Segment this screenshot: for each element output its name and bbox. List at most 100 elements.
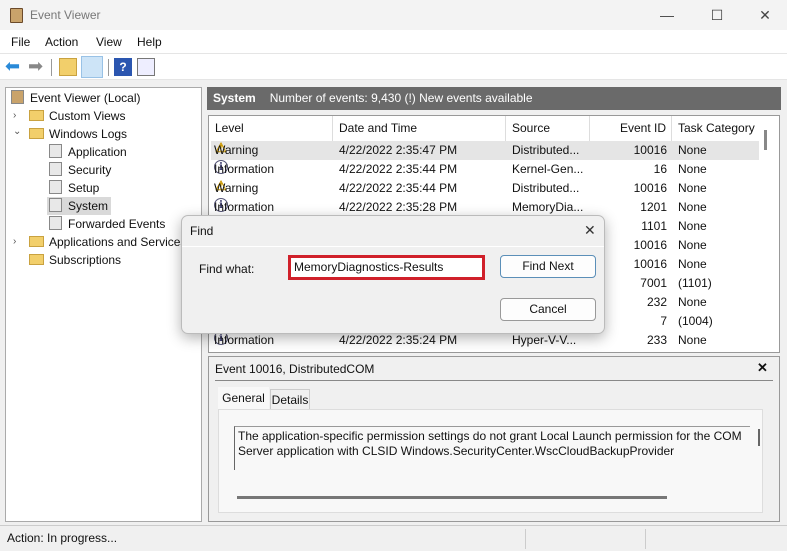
tree-item-windows-logs[interactable]: Windows Logs — [29, 125, 127, 143]
show-hide-action-pane-icon[interactable] — [137, 58, 155, 76]
task-category-cell: (1101) — [678, 276, 712, 290]
table-row[interactable]: ⚠ Warning 4/22/2022 2:35:47 PM Distributed.… — [211, 141, 759, 160]
tree-label: Security — [68, 163, 112, 177]
log-icon — [49, 198, 62, 212]
details-title: Event 10016, DistributedCOM — [215, 362, 375, 376]
tree-item-security[interactable]: Security — [49, 161, 111, 179]
source-cell: Distributed... — [512, 143, 580, 157]
column-source[interactable]: Source — [506, 116, 590, 141]
status-bar: Action: In progress... — [0, 525, 787, 551]
event-viewer-icon — [11, 90, 24, 104]
menu-action[interactable]: Action — [45, 35, 78, 49]
tree-label: Event Viewer (Local) — [30, 91, 141, 105]
task-category-cell: None — [678, 238, 707, 252]
menu-help[interactable]: Help — [137, 35, 162, 49]
maximize-button[interactable]: ☐ — [702, 4, 732, 26]
general-tab-panel: The application-specific permission sett… — [218, 409, 763, 513]
find-dialog-close-icon[interactable]: ✕ — [584, 222, 596, 239]
find-what-label: Find what: — [199, 262, 255, 276]
event-count: Number of events: 9,430 (!) New events a… — [269, 91, 533, 105]
task-category-cell: None — [678, 295, 707, 309]
event-id-cell: 1101 — [641, 219, 667, 233]
tree-item-setup[interactable]: Setup — [49, 179, 99, 197]
show-hide-console-tree-icon[interactable] — [81, 56, 103, 78]
tree-item-forwarded-events[interactable]: Forwarded Events — [49, 215, 165, 233]
table-row[interactable]: ⚠ Warning 4/22/2022 2:35:44 PM Distributed.… — [211, 179, 759, 198]
chevron-down-icon[interactable]: ⌄ — [13, 126, 21, 137]
tree-item-application[interactable]: Application — [49, 143, 127, 161]
level-text: Warning — [214, 143, 259, 157]
event-description: The application-specific permission sett… — [234, 426, 750, 470]
divider — [215, 380, 773, 381]
task-category-cell: None — [678, 257, 707, 271]
up-folder-icon[interactable] — [59, 58, 77, 76]
tree-item-applications-and-services[interactable]: Applications and Services — [29, 233, 186, 251]
tab-details[interactable]: Details — [270, 389, 310, 409]
folder-filter-icon — [29, 110, 44, 121]
close-button[interactable]: ✕ — [750, 4, 780, 26]
date-cell: 4/22/2022 2:35:44 PM — [339, 162, 458, 176]
find-dialog-title: Find — [190, 224, 214, 238]
task-category-cell: None — [678, 200, 707, 214]
column-level[interactable]: Level — [209, 116, 333, 141]
minimize-button[interactable]: — — [652, 4, 682, 26]
log-icon — [49, 180, 62, 194]
log-icon — [49, 144, 62, 158]
tab-general[interactable]: General — [218, 387, 269, 409]
tree-label: Setup — [68, 181, 100, 195]
window-title: Event Viewer — [30, 8, 101, 22]
event-id-cell: 233 — [646, 333, 667, 347]
table-scrollbar[interactable] — [764, 130, 767, 150]
tree-label: System — [68, 199, 109, 213]
task-category-cell: (1004) — [678, 314, 713, 328]
details-close-icon[interactable]: ✕ — [757, 360, 768, 376]
console-tree: Event Viewer (Local) › Custom Views ⌄ Wi… — [5, 87, 202, 522]
tree-label: Subscriptions — [49, 253, 122, 267]
column-date-time[interactable]: Date and Time — [333, 116, 506, 141]
description-scrollbar[interactable] — [758, 429, 760, 446]
table-row[interactable]: i Information 4/22/2022 2:35:44 PM Kernel-G… — [211, 160, 759, 179]
column-task-category[interactable]: Task Category — [672, 116, 762, 141]
task-category-cell: None — [678, 162, 707, 176]
tree-item-subscriptions[interactable]: Subscriptions — [29, 251, 121, 269]
status-divider — [645, 529, 646, 549]
status-text: Action: In progress... — [7, 531, 118, 545]
folder-log-icon — [29, 128, 44, 139]
event-id-cell: 10016 — [633, 181, 667, 195]
log-name: System — [213, 91, 256, 105]
forward-arrow-icon[interactable]: ➡ — [28, 57, 46, 76]
log-header: System Number of events: 9,430 (!) New ev… — [207, 87, 781, 110]
event-id-cell: 7 — [660, 314, 667, 328]
event-id-cell: 7001 — [640, 276, 667, 290]
menu-file[interactable]: File — [11, 35, 30, 49]
horizontal-scrollbar[interactable] — [237, 496, 667, 499]
menu-view[interactable]: View — [96, 35, 122, 49]
source-cell: Kernel-Gen... — [512, 162, 584, 176]
level-text: Information — [214, 162, 275, 176]
tree-label: Windows Logs — [49, 127, 128, 141]
find-next-button[interactable]: Find Next — [500, 255, 596, 278]
toolbar-divider — [51, 59, 52, 76]
chevron-right-icon[interactable]: › — [13, 110, 16, 121]
column-event-id[interactable]: Event ID — [590, 116, 672, 141]
tree-item-event-viewer-local[interactable]: Event Viewer (Local) — [11, 89, 141, 107]
log-icon — [49, 162, 62, 176]
log-icon — [49, 216, 62, 230]
status-divider — [525, 529, 526, 549]
help-icon[interactable]: ? — [114, 58, 132, 76]
task-category-cell: None — [678, 181, 707, 195]
task-category-cell: None — [678, 143, 707, 157]
level-text: Warning — [214, 181, 259, 195]
chevron-right-icon[interactable]: › — [13, 236, 16, 247]
tree-item-custom-views[interactable]: Custom Views — [29, 107, 125, 125]
cancel-button[interactable]: Cancel — [500, 298, 596, 321]
find-what-input[interactable]: MemoryDiagnostics-Results — [288, 255, 485, 280]
event-viewer-app-icon — [10, 8, 23, 23]
tree-item-system[interactable]: System — [47, 197, 112, 215]
task-category-cell: None — [678, 219, 707, 233]
event-id-cell: 10016 — [633, 238, 667, 252]
menu-bar: File Action View Help — [0, 30, 787, 53]
date-cell: 4/22/2022 2:35:44 PM — [339, 181, 458, 195]
back-arrow-icon[interactable]: ⬅ — [5, 57, 23, 76]
find-dialog: Find ✕ Find what: MemoryDiagnostics-Resu… — [181, 215, 605, 334]
